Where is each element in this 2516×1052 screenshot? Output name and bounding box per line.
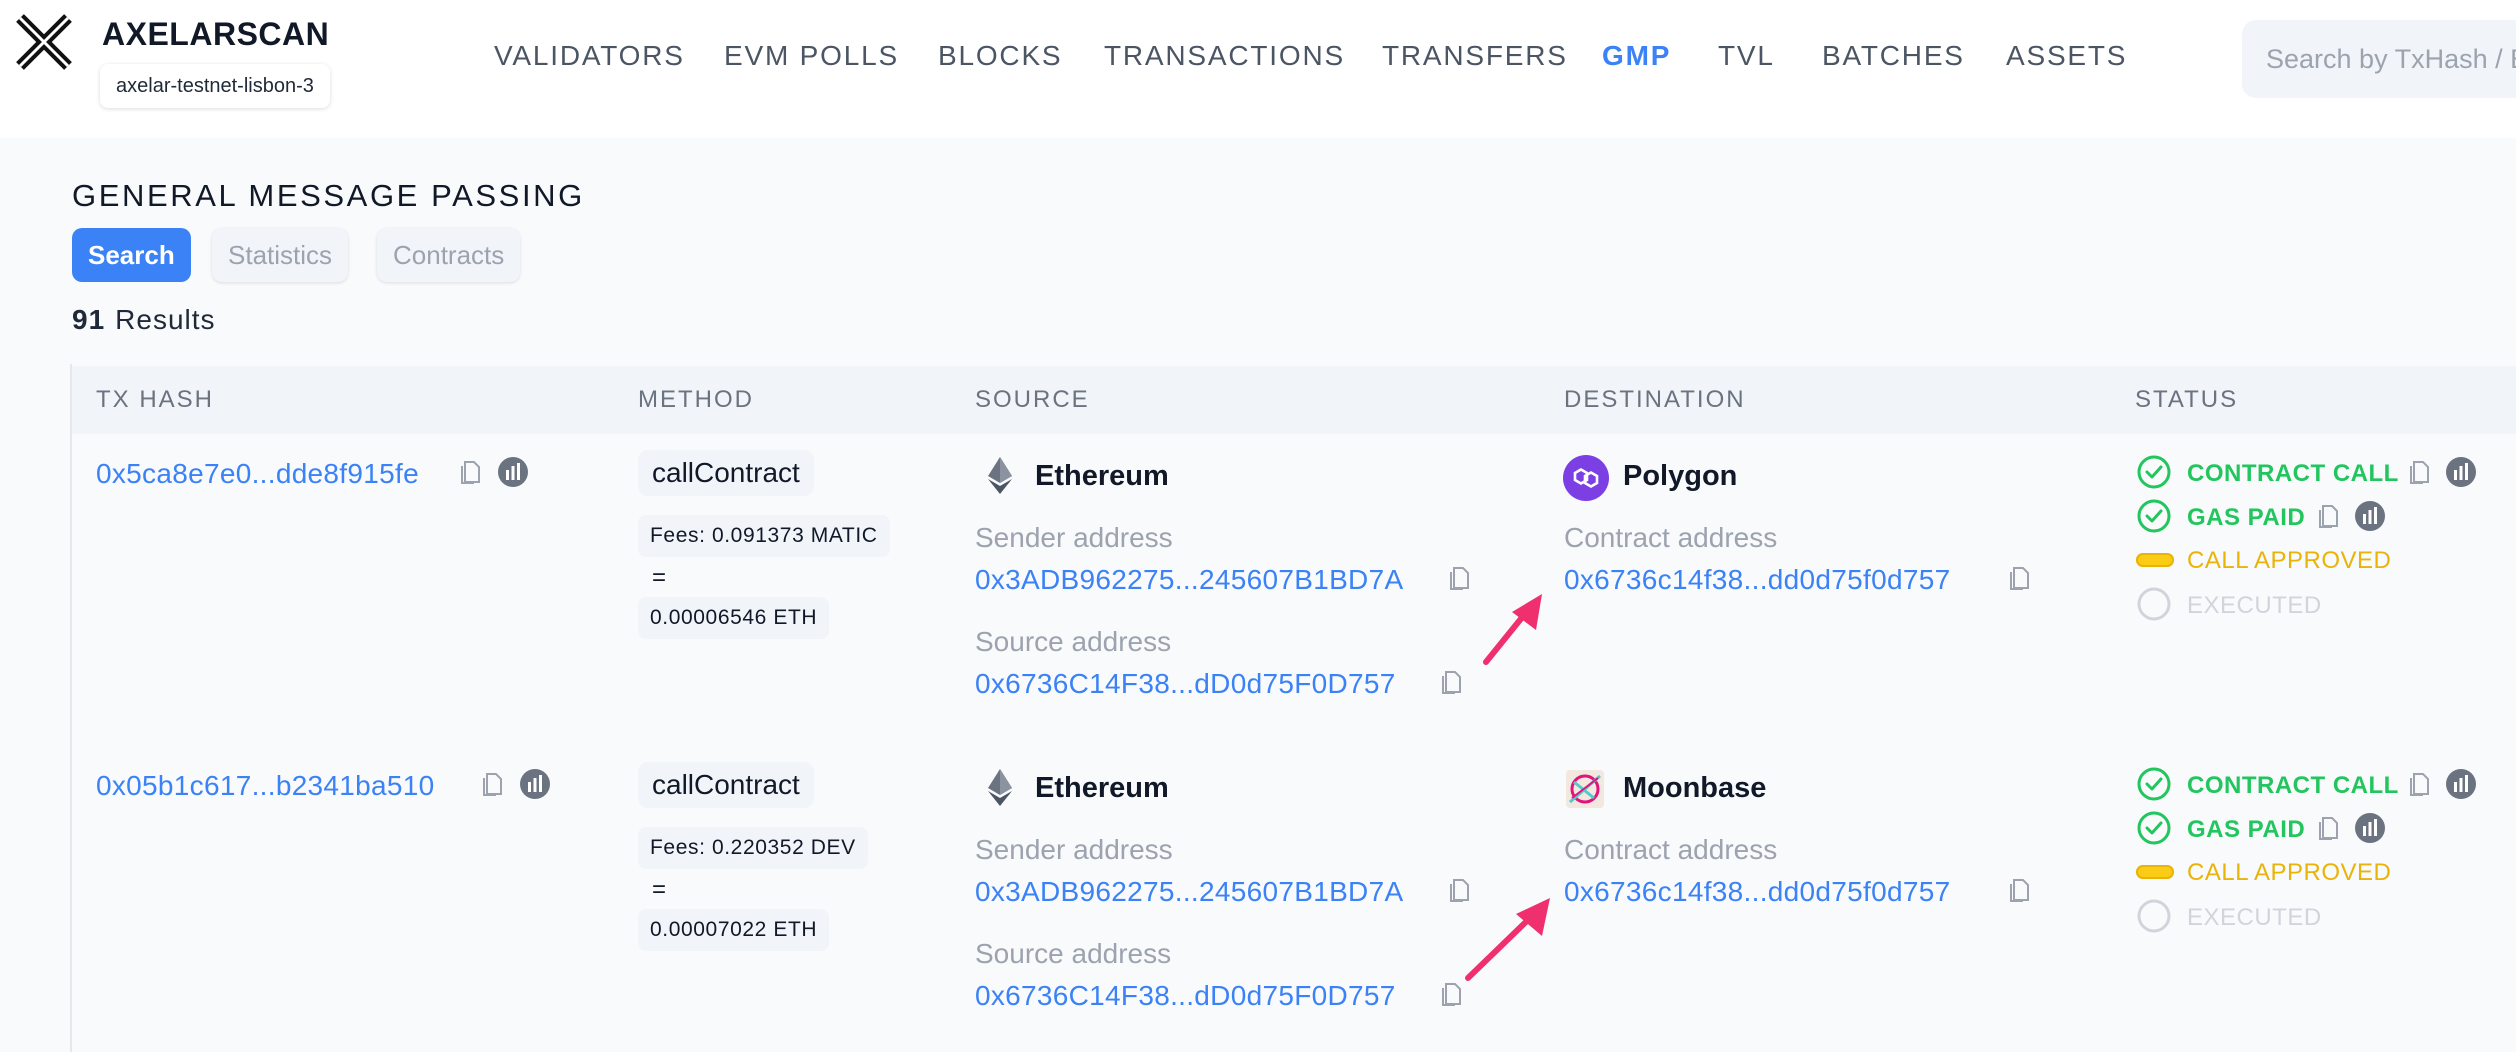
method-badge: callContract	[638, 762, 814, 808]
top-header: AXELARSCAN axelar-testnet-lisbon-3 VALID…	[0, 0, 2516, 138]
block-explorer-icon[interactable]	[497, 456, 529, 488]
column-header-status[interactable]: STATUS	[2135, 386, 2238, 414]
network-badge[interactable]: axelar-testnet-lisbon-3	[100, 64, 330, 108]
source-chain-name: Ethereum	[1035, 460, 1169, 492]
nav-validators[interactable]: VALIDATORS	[494, 40, 685, 72]
copy-icon[interactable]	[2009, 877, 2029, 903]
tx-hash-link[interactable]: 0x05b1c617...b2341ba510	[96, 770, 435, 802]
copy-icon[interactable]	[1449, 565, 1469, 591]
destination-chain-name: Moonbase	[1623, 772, 1767, 804]
block-explorer-icon[interactable]	[2445, 456, 2477, 488]
copy-icon[interactable]	[460, 459, 480, 485]
check-circle-icon	[2137, 499, 2171, 533]
sender-address-label: Sender address	[975, 522, 1173, 553]
source-address-link[interactable]: 0x6736C14F38...dD0d75F0D757	[975, 668, 1396, 700]
block-explorer-icon[interactable]	[519, 768, 551, 800]
column-header-method[interactable]: METHOD	[638, 386, 754, 414]
moonbase-icon	[1566, 770, 1604, 808]
annotation-arrow	[1465, 898, 1550, 981]
source-address-label: Source address	[975, 938, 1172, 969]
source-address-link[interactable]: 0x6736C14F38...dD0d75F0D757	[975, 980, 1396, 1012]
pending-indicator	[2136, 553, 2174, 567]
nav-transfers[interactable]: TRANSFERS	[1382, 40, 1568, 72]
copy-icon[interactable]	[2409, 771, 2429, 797]
tab-statistics[interactable]: Statistics	[212, 228, 349, 282]
block-explorer-icon[interactable]	[2354, 812, 2386, 844]
block-explorer-icon[interactable]	[2354, 500, 2386, 532]
nav-gmp[interactable]: GMP	[1602, 40, 1671, 72]
fee-equals: =	[652, 876, 667, 903]
brand-name[interactable]: AXELARSCAN	[102, 16, 329, 53]
column-header-source[interactable]: SOURCE	[975, 386, 1090, 414]
nav-blocks[interactable]: BLOCKS	[938, 40, 1062, 72]
copy-icon[interactable]	[1441, 981, 1461, 1007]
copy-icon[interactable]	[2409, 459, 2429, 485]
contract-address-label: Contract address	[1564, 834, 1778, 865]
copy-icon[interactable]	[2009, 565, 2029, 591]
annotation-arrow	[1483, 594, 1542, 665]
check-circle-icon	[2137, 767, 2171, 801]
status-call-approved: CALL APPROVED	[2187, 859, 2392, 886]
method-badge: callContract	[638, 450, 814, 496]
pending-indicator	[2136, 865, 2174, 879]
sender-address-label: Sender address	[975, 834, 1173, 865]
status-call-approved: CALL APPROVED	[2187, 547, 2392, 574]
check-circle-icon	[2137, 811, 2171, 845]
copy-icon[interactable]	[482, 771, 502, 797]
status-contract-call: CONTRACT CALL	[2187, 772, 2399, 799]
results-label: Results	[115, 304, 216, 335]
ethereum-icon	[988, 457, 1012, 494]
fee-equals: =	[652, 564, 667, 591]
status-executed: EXECUTED	[2187, 904, 2322, 931]
source-chain-name: Ethereum	[1035, 772, 1169, 804]
tab-search[interactable]: Search	[72, 228, 191, 282]
fee-amount: Fees: 0.091373 MATIC	[638, 515, 890, 557]
fee-converted: 0.00006546 ETH	[638, 597, 830, 639]
nav-tvl[interactable]: TVL	[1718, 40, 1775, 72]
nav-evm-polls[interactable]: EVM POLLS	[724, 40, 899, 72]
empty-circle-icon	[2137, 587, 2171, 621]
sender-address-link[interactable]: 0x3ADB962275...245607B1BD7A	[975, 564, 1403, 596]
nav-transactions[interactable]: TRANSACTIONS	[1104, 40, 1345, 72]
copy-icon[interactable]	[1441, 669, 1461, 695]
page-title: GENERAL MESSAGE PASSING	[72, 178, 585, 213]
destination-chain-name: Polygon	[1623, 460, 1738, 492]
results-summary: 91 Results	[72, 304, 216, 336]
polygon-icon	[1563, 455, 1609, 501]
status-contract-call: CONTRACT CALL	[2187, 460, 2399, 487]
contract-address-link[interactable]: 0x6736c14f38...dd0d75f0d757	[1564, 564, 1950, 596]
block-explorer-icon[interactable]	[2445, 768, 2477, 800]
check-circle-icon	[2137, 455, 2171, 489]
status-gas-paid: GAS PAID	[2187, 504, 2306, 531]
ethereum-icon	[988, 769, 1012, 806]
status-executed: EXECUTED	[2187, 592, 2322, 619]
sender-address-link[interactable]: 0x3ADB962275...245607B1BD7A	[975, 876, 1403, 908]
nav-batches[interactable]: BATCHES	[1822, 40, 1965, 72]
contract-address-link[interactable]: 0x6736c14f38...dd0d75f0d757	[1564, 876, 1950, 908]
source-address-label: Source address	[975, 626, 1172, 657]
results-count: 91	[72, 304, 106, 335]
copy-icon[interactable]	[2318, 815, 2338, 841]
fee-converted: 0.00007022 ETH	[638, 909, 830, 951]
search-input[interactable]	[2242, 20, 2516, 98]
copy-icon[interactable]	[2318, 503, 2338, 529]
tab-contracts[interactable]: Contracts	[377, 228, 521, 282]
empty-circle-icon	[2137, 899, 2171, 933]
column-header-tx-hash[interactable]: TX HASH	[96, 386, 214, 414]
fee-amount: Fees: 0.220352 DEV	[638, 827, 868, 869]
axelar-logo-icon[interactable]	[12, 10, 76, 74]
column-header-destination[interactable]: DESTINATION	[1564, 386, 1746, 414]
contract-address-label: Contract address	[1564, 522, 1778, 553]
status-gas-paid: GAS PAID	[2187, 816, 2306, 843]
tx-hash-link[interactable]: 0x5ca8e7e0...dde8f915fe	[96, 458, 419, 490]
nav-assets[interactable]: ASSETS	[2006, 40, 2127, 72]
